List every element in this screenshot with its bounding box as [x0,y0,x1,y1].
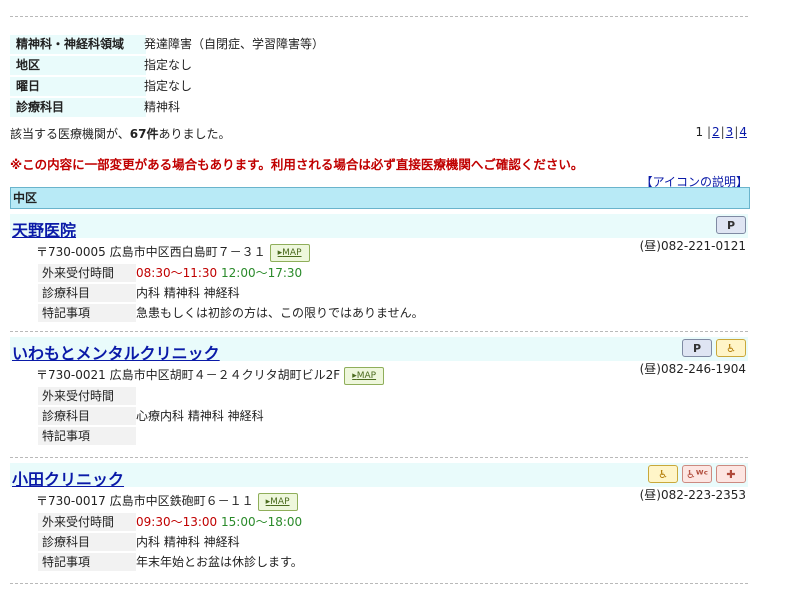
address-text: 〒730-0017 広島市中区鉄砲町６－１１ [36,494,254,508]
map-label: MAP [282,247,302,258]
dept-label: 診療科目 [38,533,136,551]
result-count: 該当する医療機関が、67件ありました。 [10,125,230,142]
clinic-divider [10,583,748,584]
condition-value: 精神科 [144,100,181,114]
pagination: 1 |2|3|4 [695,125,748,139]
notes-label: 特記事項 [38,304,136,322]
result-suffix: ありました。 [158,127,231,141]
hours-value: 08:30～11:30 12:00～17:30 [136,264,302,282]
wheelchair-toilet-icon: ♿ᵂᶜ [682,465,712,483]
condition-key: 曜日 [10,77,146,96]
hours-value: 09:30～13:00 15:00～18:00 [136,513,302,531]
condition-value: 指定なし [144,58,193,72]
warning-notice: ※この内容に一部変更がある場合もあります。利用される場合は必ず直接医療機関へご確… [10,157,584,172]
dept-label: 診療科目 [38,407,136,425]
dept-value: 内科 精神科 神経科 [136,535,240,549]
map-button[interactable]: ▸MAP [257,492,298,511]
parking-icon: P [716,216,746,234]
parking-icon: P [682,339,712,357]
clinic-name-link[interactable]: いわもとメンタルクリニック [12,340,220,364]
clinic-phone: (昼)082-223-2353 [639,488,746,502]
page-separator: | [734,125,739,139]
map-button[interactable]: ▸MAP [344,366,385,385]
clinic-phone: (昼)082-221-0121 [639,239,746,253]
clinic-phone: (昼)082-246-1904 [639,362,746,376]
hours-pm: 15:00～18:00 [221,515,303,529]
facility-icons: ♿ ♿ᵂᶜ ✚ [648,465,746,483]
map-label: MAP [356,370,377,381]
dept-value: 内科 精神科 神経科 [136,286,240,300]
condition-value: 指定なし [144,79,193,93]
region-header: 中区 [10,187,750,209]
notes-label: 特記事項 [38,553,136,571]
condition-key: 地区 [10,56,146,75]
clinic-name-bar [10,214,748,238]
dept-value: 心療内科 精神科 神経科 [136,409,264,423]
hours-label: 外来受付時間 [38,513,136,531]
facility-icons: P ♿ [682,339,746,357]
clinic-divider [10,457,748,458]
clinic-name-link[interactable]: 小田クリニック [12,466,124,490]
condition-value: 発達障害（自閉症、学習障害等） [144,37,325,51]
clinic-address: 〒730-0021 広島市中区胡町４－２４クリタ胡町ビル2F ▸MAP [36,366,385,385]
page-link-3[interactable]: 3 [726,125,734,139]
ostomate-icon: ✚ [716,465,746,483]
wheelchair-icon: ♿ [648,465,678,483]
map-label: MAP [270,496,290,507]
result-prefix: 該当する医療機関が、 [10,127,130,141]
notes-label: 特記事項 [38,427,136,445]
page-current: 1 [695,125,704,139]
facility-icons: P [716,216,746,234]
page-link-2[interactable]: 2 [712,125,720,139]
page-separator: | [720,125,725,139]
address-text: 〒730-0005 広島市中区西白島町７－３１ [36,245,266,259]
result-number: 67件 [129,127,159,141]
clinic-address: 〒730-0017 広島市中区鉄砲町６－１１ ▸MAP [36,492,298,511]
clinic-name-link[interactable]: 天野医院 [12,217,76,241]
condition-key: 精神科・神経科領域 [10,35,146,54]
hours-am: 08:30～11:30 [136,266,218,280]
hours-label: 外来受付時間 [38,387,136,405]
notes-value: 年末年始とお盆は休診します。 [136,555,303,569]
hours-am: 09:30～13:00 [136,515,218,529]
address-text: 〒730-0021 広島市中区胡町４－２４クリタ胡町ビル2F [36,368,341,382]
page-link-4[interactable]: 4 [739,125,747,139]
clinic-address: 〒730-0005 広島市中区西白島町７－３１ ▸MAP [36,243,310,262]
clinic-divider [10,331,748,332]
hours-label: 外来受付時間 [38,264,136,282]
top-divider [10,16,748,17]
notes-value: 急患もしくは初診の方は、この限りではありません。 [136,306,424,320]
page-separator: | [706,125,711,139]
dept-label: 診療科目 [38,284,136,302]
condition-key: 診療科目 [10,98,146,117]
hours-pm: 12:00～17:30 [221,266,303,280]
wheelchair-icon: ♿ [716,339,746,357]
map-button[interactable]: ▸MAP [269,243,310,262]
